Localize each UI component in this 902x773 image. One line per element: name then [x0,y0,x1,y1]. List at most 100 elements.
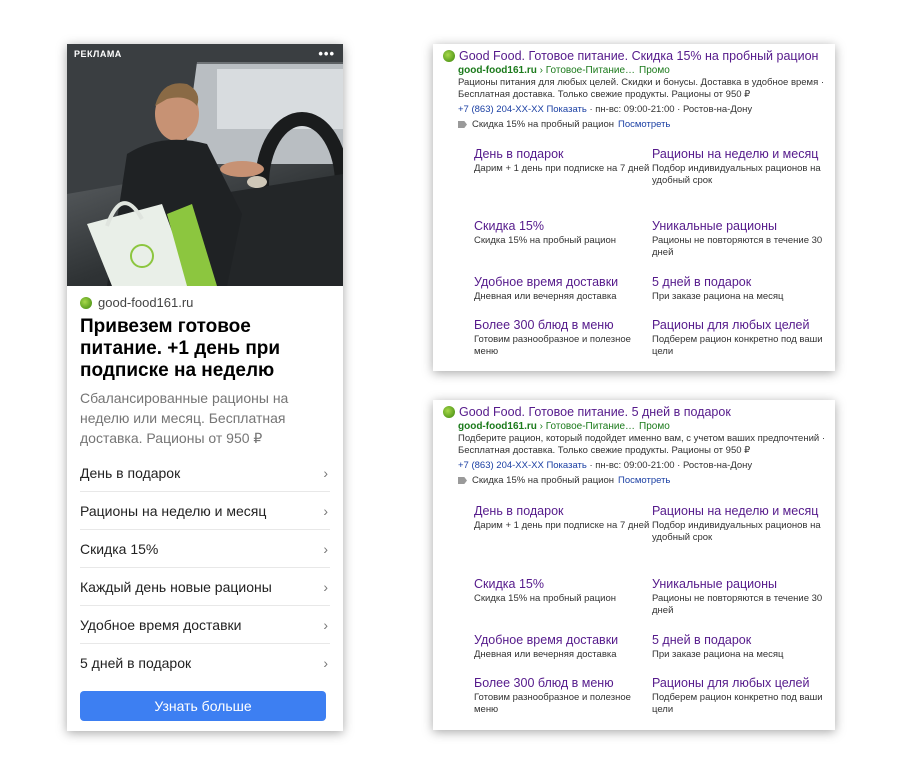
sitelink-desc: При заказе рациона на месяц [652,291,784,302]
mobile-ad-card[interactable]: РЕКЛАМА ••• good-food161.ru Привезем гот… [67,44,343,731]
promo-line: Скидка 15% на пробный рацион Посмотреть [458,119,670,130]
sitelink-title[interactable]: Удобное время доставки [474,274,652,290]
chevron-right-icon: › [323,540,328,557]
sitelink-title[interactable]: Рационы на неделю и месяц [652,503,829,519]
sitelink[interactable]: День в подарок Дарим + 1 день при подписк… [474,146,652,218]
ad-title-link[interactable]: Good Food. Готовое питание. 5 дней в под… [459,405,731,419]
ad-domain[interactable]: good-food161.ru [458,65,537,76]
sitelink[interactable]: Уникальные рационы Рационы не повторяются… [652,576,829,632]
learn-more-button[interactable]: Узнать больше [80,691,326,721]
sitelink-label: Рационы на неделю и месяц [80,502,267,519]
sitelink[interactable]: Рационы для любых целей Подберем рацион к… [652,317,829,357]
sitelink[interactable]: Рационы для любых целей Подберем рацион к… [652,675,829,715]
sitelink-title[interactable]: День в подарок [474,503,652,519]
sitelink[interactable]: Удобное время доставки Дневная или вечерн… [474,632,652,675]
sitelink-desc: Готовим разнообразное и полезное меню [474,692,631,715]
sitelinks-grid: День в подарок Дарим + 1 день при подписк… [474,503,829,715]
promo-text: Скидка 15% на пробный рацион [472,119,614,130]
sitelink[interactable]: Скидка 15% Скидка 15% на пробный рацион [474,576,652,632]
sitelink-title[interactable]: Рационы на неделю и месяц [652,146,829,162]
sitelink-desc: Подберем рацион конкретно под ваши цели [652,692,823,715]
sitelink-title[interactable]: Рационы для любых целей [652,317,829,333]
promo-badge: Промо [639,421,670,432]
more-options-icon[interactable]: ••• [318,46,335,61]
ad-title-row[interactable]: Good Food. Готовое питание. 5 дней в под… [443,405,731,419]
sitelink-label: Удобное время доставки [80,616,242,633]
sitelink-item[interactable]: Рационы на неделю и месяц › [80,492,330,530]
sitelink-title[interactable]: Удобное время доставки [474,632,652,648]
site-favicon-icon [443,406,455,418]
sitelinks-grid: День в подарок Дарим + 1 день при подписк… [474,146,829,357]
sitelink-title[interactable]: Скидка 15% [474,218,652,234]
site-favicon-icon [443,50,455,62]
ad-contacts: +7 (863) 204-XX-XX Показать · пн-вс: 09:… [458,460,752,471]
work-hours: · пн-вс: 09:00-21:00 · Ростов-на-Дону [586,104,753,115]
sitelink-desc: Подберем рацион конкретно под ваши цели [652,334,823,357]
sitelink-item[interactable]: Скидка 15% › [80,530,330,568]
ad-domain-row[interactable]: good-food161.ru [80,295,193,310]
ad-path[interactable]: › Готовое-Питание… [537,65,635,76]
sitelink-desc: Рационы не повторяются в течение 30 дней [652,593,823,616]
sitelink-desc: Дарим + 1 день при подписке на 7 дней [474,163,650,174]
sitelink-desc: Готовим разнообразное и полезное меню [474,334,631,357]
search-ad-card-2: Good Food. Готовое питание. 5 дней в под… [433,400,835,730]
sitelink[interactable]: День в подарок Дарим + 1 день при подписк… [474,503,652,576]
sitelink-item[interactable]: Удобное время доставки › [80,606,330,644]
chevron-right-icon: › [323,616,328,633]
promo-badge: Промо [639,65,670,76]
sitelink-title[interactable]: Рационы для любых целей [652,675,829,691]
sitelink[interactable]: Более 300 блюд в меню Готовим разнообразн… [474,675,652,715]
sitelink[interactable]: Удобное время доставки Дневная или вечерн… [474,274,652,317]
search-ad-card-1: Good Food. Готовое питание. Скидка 15% н… [433,44,835,371]
chevron-right-icon: › [323,578,328,595]
sitelink-title[interactable]: Уникальные рационы [652,576,829,592]
ad-headline[interactable]: Привезем готовое питание. +1 день при по… [80,316,335,382]
ad-title-row[interactable]: Good Food. Готовое питание. Скидка 15% н… [443,49,818,63]
ad-url[interactable]: good-food161.ru › Готовое-Питание… Промо [458,421,670,432]
sitelink[interactable]: Уникальные рационы Рационы не повторяются… [652,218,829,274]
sitelink-title[interactable]: Уникальные рационы [652,218,829,234]
sitelink[interactable]: Рационы на неделю и месяц Подбор индивиду… [652,146,829,218]
sitelink-desc: Рационы не повторяются в течение 30 дней [652,235,823,258]
sitelink-desc: Подбор индивидуальных рационов на удобны… [652,163,821,186]
promo-link[interactable]: Посмотреть [618,475,670,486]
sitelink[interactable]: 5 дней в подарок При заказе рациона на ме… [652,274,829,317]
sitelink-label: 5 дней в подарок [80,654,192,671]
phone-link[interactable]: +7 (863) 204-XX-XX Показать [458,460,587,471]
sitelink-item[interactable]: 5 дней в подарок › [80,644,330,681]
ad-photo[interactable]: РЕКЛАМА ••• [67,44,343,286]
sitelink-desc: Подбор индивидуальных рационов на удобны… [652,520,821,543]
ad-path[interactable]: › Готовое-Питание… [537,421,635,432]
ad-description: Подберите рацион, который подойдет именн… [458,433,825,456]
ad-url[interactable]: good-food161.ru › Готовое-Питание… Промо [458,65,670,76]
sitelink[interactable]: 5 дней в подарок При заказе рациона на ме… [652,632,829,675]
sitelink-title[interactable]: День в подарок [474,146,652,162]
ad-domain[interactable]: good-food161.ru [458,421,537,432]
sitelink-label: Каждый день новые рационы [80,578,272,595]
chevron-right-icon: › [323,654,328,671]
sitelink[interactable]: Более 300 блюд в меню Готовим разнообразн… [474,317,652,357]
sitelink-item[interactable]: Каждый день новые рационы › [80,568,330,606]
sitelink-desc: Скидка 15% на пробный рацион [474,593,616,604]
ad-title-link[interactable]: Good Food. Готовое питание. Скидка 15% н… [459,49,818,63]
sitelink-item[interactable]: День в подарок › [80,454,330,492]
site-favicon-icon [80,296,92,309]
sitelink[interactable]: Рационы на неделю и месяц Подбор индивиду… [652,503,829,576]
chevron-right-icon: › [323,502,328,519]
sitelink-label: День в подарок [80,464,181,481]
ad-domain[interactable]: good-food161.ru [98,295,193,310]
promo-link[interactable]: Посмотреть [618,119,670,130]
tag-icon [458,477,467,484]
sitelink-title[interactable]: Более 300 блюд в меню [474,317,652,333]
phone-link[interactable]: +7 (863) 204-XX-XX Показать [458,104,587,115]
sitelink-title[interactable]: 5 дней в подарок [652,274,829,290]
sitelink-desc: Скидка 15% на пробный рацион [474,235,616,246]
sitelink-label: Скидка 15% [80,540,159,557]
sitelink-title[interactable]: Более 300 блюд в меню [474,675,652,691]
sitelink-desc: Дневная или вечерняя доставка [474,649,617,660]
sitelink-title[interactable]: 5 дней в подарок [652,632,829,648]
work-hours: · пн-вс: 09:00-21:00 · Ростов-на-Дону [586,460,753,471]
ad-contacts: +7 (863) 204-XX-XX Показать · пн-вс: 09:… [458,104,752,115]
sitelink-title[interactable]: Скидка 15% [474,576,652,592]
sitelink[interactable]: Скидка 15% Скидка 15% на пробный рацион [474,218,652,274]
